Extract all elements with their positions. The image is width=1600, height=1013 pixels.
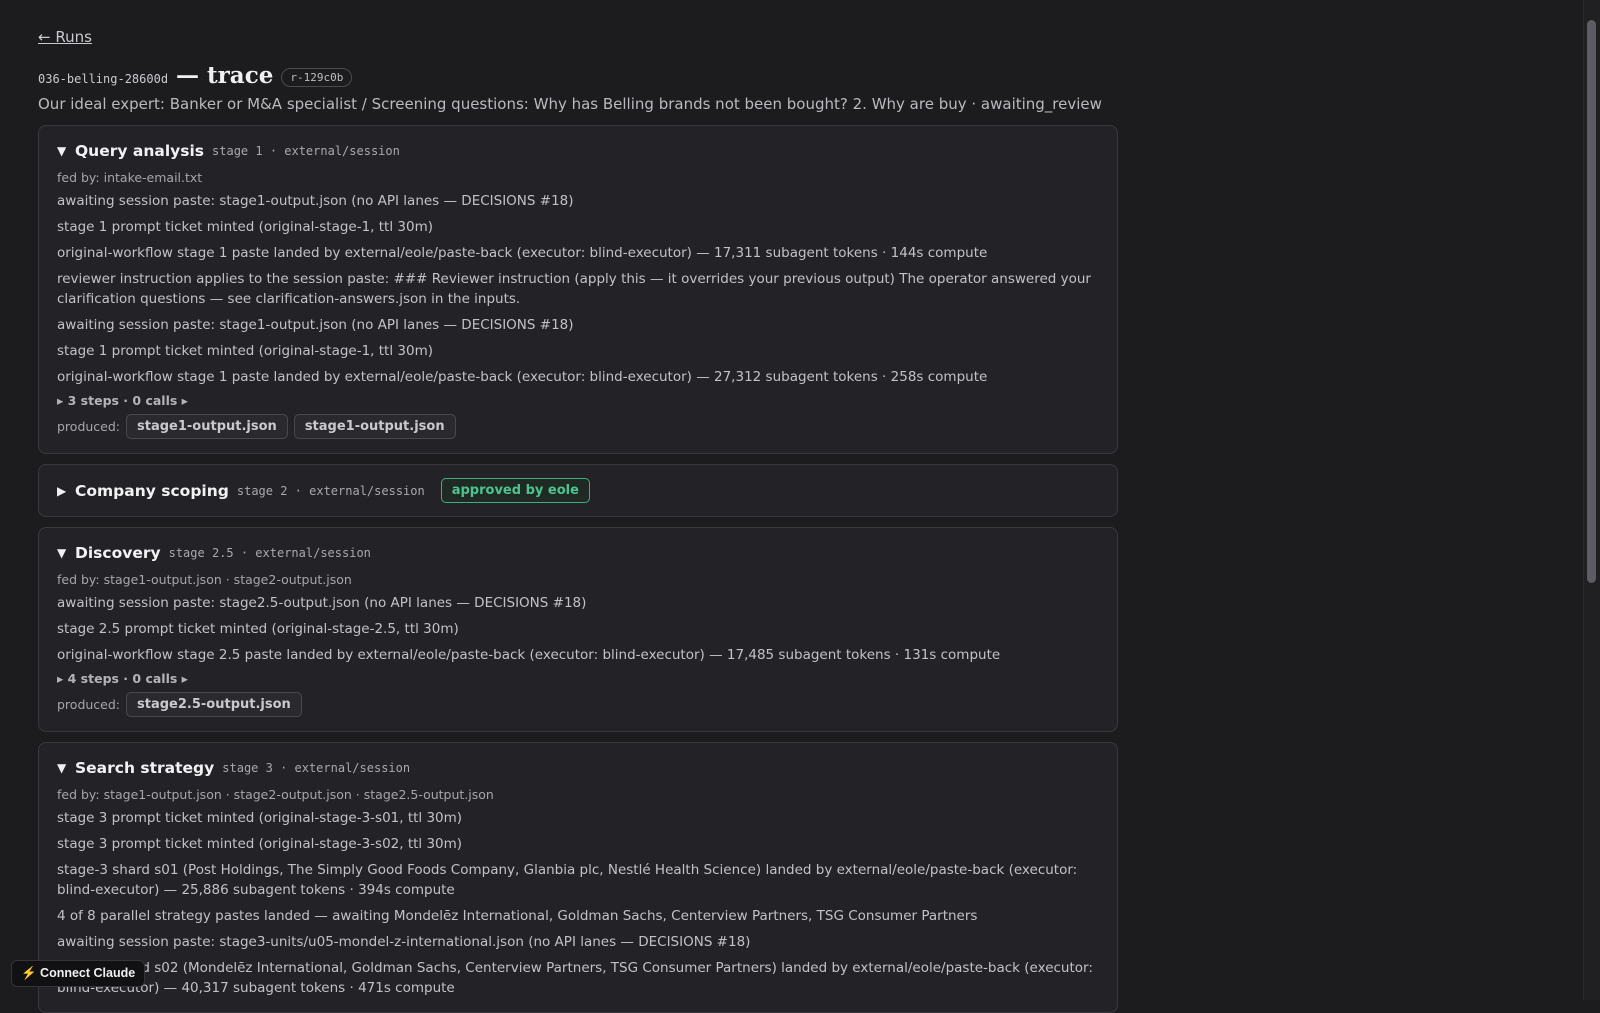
log-line: original-workflow stage 2.5 paste landed…: [57, 647, 1001, 663]
log-line: reviewer instruction applies to the sess…: [57, 271, 1091, 307]
fed-by: fed by: stage1-output.json · stage2-outp…: [57, 787, 494, 802]
stage-meta: stage 3 · external/session: [222, 761, 411, 775]
log-line: awaiting session paste: stage1-output.js…: [57, 317, 574, 333]
stage-title[interactable]: Discovery: [75, 544, 161, 562]
run-id-badge: r-129c0b: [281, 68, 353, 87]
stage-card-search-strategy: ▼ Search strategy stage 3 · external/ses…: [38, 742, 1118, 1013]
stage-card-query-analysis: ▼ Query analysis stage 1 · external/sess…: [38, 125, 1118, 454]
log-line: stage 3 prompt ticket minted (original-s…: [57, 810, 463, 826]
output-file-chip[interactable]: stage1-output.json: [126, 414, 288, 439]
connect-claude-button[interactable]: ⚡ Connect Claude: [11, 960, 146, 987]
collapse-triangle-icon[interactable]: ▼: [57, 761, 69, 775]
scrollbar-thumb[interactable]: [1587, 20, 1596, 583]
run-slug: 036-belling-28600d: [38, 72, 169, 86]
log-line: awaiting session paste: stage2.5-output.…: [57, 595, 587, 611]
log-line: stage 1 prompt ticket minted (original-s…: [57, 219, 433, 235]
stage-meta: stage 2.5 · external/session: [168, 546, 371, 560]
stage-card-discovery: ▼ Discovery stage 2.5 · external/session…: [38, 527, 1118, 732]
page-title: — trace: [176, 62, 274, 89]
log-line: original-workflow stage 1 paste landed b…: [57, 245, 988, 261]
log-line: stage 3 prompt ticket minted (original-s…: [57, 836, 463, 852]
log-line: stage 1 prompt ticket minted (original-s…: [57, 343, 433, 359]
produced-row: produced: stage2.5-output.json: [57, 692, 1099, 717]
steps-toggle[interactable]: ▸ 3 steps · 0 calls ▸: [57, 393, 1099, 408]
trace-page: ← Runs 036-belling-28600d — trace r-129c…: [38, 28, 1118, 1013]
back-to-runs-link[interactable]: ← Runs: [38, 28, 92, 46]
produced-row: produced: stage1-output.json stage1-outp…: [57, 414, 1099, 439]
log-line: 4 of 8 parallel strategy pastes landed —…: [57, 908, 978, 924]
log-line: awaiting session paste: stage3-units/u05…: [57, 934, 751, 950]
output-file-chip[interactable]: stage1-output.json: [293, 414, 456, 439]
fed-by: fed by: intake-email.txt: [57, 170, 203, 185]
run-subtitle: Our ideal expert: Banker or M&A speciali…: [38, 95, 1102, 113]
collapse-triangle-icon[interactable]: ▼: [57, 144, 69, 158]
stage-card-company-scoping: ▶ Company scoping stage 2 · external/ses…: [38, 464, 1118, 517]
produced-label: produced:: [57, 419, 121, 434]
log-line: original-workflow stage 1 paste landed b…: [57, 369, 988, 385]
fed-by: fed by: stage1-output.json · stage2-outp…: [57, 572, 352, 587]
page-scrollbar[interactable]: [1583, 0, 1600, 1000]
stage-title[interactable]: Company scoping: [75, 482, 229, 500]
expand-triangle-icon[interactable]: ▶: [57, 484, 69, 498]
log-line: stage-3 shard s01 (Post Holdings, The Si…: [57, 862, 1078, 898]
produced-label: produced:: [57, 697, 121, 712]
steps-toggle[interactable]: ▸ 4 steps · 0 calls ▸: [57, 671, 1099, 686]
page-header: 036-belling-28600d — trace r-129c0b: [38, 62, 1118, 89]
collapse-triangle-icon[interactable]: ▼: [57, 546, 69, 560]
log-line: awaiting session paste: stage1-output.js…: [57, 193, 574, 209]
log-line: stage-3 shard s02 (Mondelēz Internationa…: [57, 960, 1093, 996]
stage-meta: stage 2 · external/session: [236, 483, 425, 498]
stage-title[interactable]: Query analysis: [75, 142, 204, 160]
stage-title[interactable]: Search strategy: [75, 759, 214, 777]
stage-meta: stage 1 · external/session: [212, 144, 400, 158]
log-line: stage 2.5 prompt ticket minted (original…: [57, 621, 459, 637]
output-file-chip[interactable]: stage2.5-output.json: [126, 692, 302, 717]
approved-badge: approved by eole: [440, 478, 590, 503]
